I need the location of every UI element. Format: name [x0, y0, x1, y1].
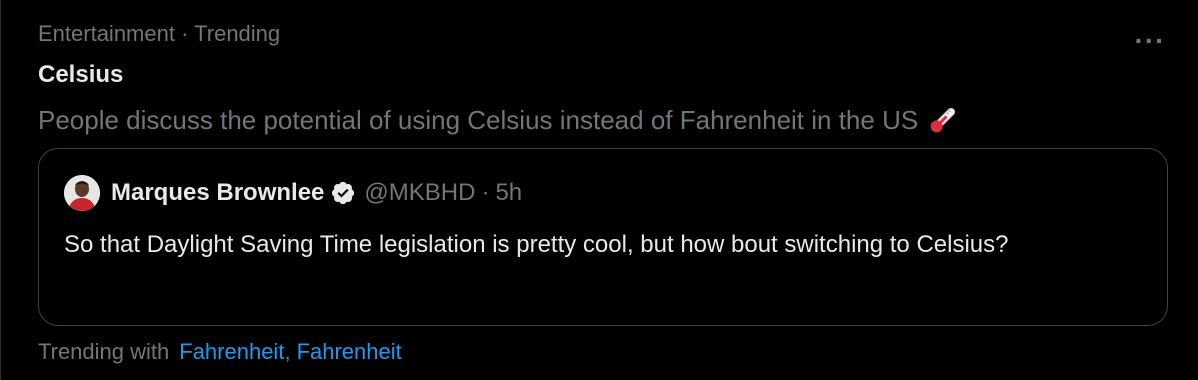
avatar-image	[64, 175, 100, 211]
thermometer-icon	[930, 107, 956, 133]
tweet-timestamp[interactable]: 5h	[495, 178, 522, 208]
trend-title: Celsius	[38, 61, 124, 88]
quoted-tweet[interactable]: Marques Brownlee @MKBHD · 5h So that Day…	[38, 148, 1168, 326]
author-handle[interactable]: @MKBHD	[364, 178, 475, 208]
more-icon: ···	[1134, 25, 1166, 56]
trending-with: Trending with Fahrenheit , Fahrenheit	[38, 337, 402, 367]
avatar[interactable]	[64, 175, 100, 211]
trend-description: People discuss the potential of using Ce…	[38, 103, 960, 137]
meta-separator: ·	[181, 21, 189, 46]
trend-description-text: People discuss the potential of using Ce…	[38, 105, 919, 135]
trend-meta: Entertainment · Trending	[38, 20, 280, 48]
trend-status: Trending	[194, 21, 281, 46]
trending-with-label: Trending with	[38, 339, 170, 364]
author-name[interactable]: Marques Brownlee	[111, 178, 324, 208]
trending-with-link-fahrenheit-2[interactable]: Fahrenheit	[297, 337, 402, 367]
link-separator: ,	[284, 339, 291, 364]
verified-badge-icon	[332, 181, 355, 205]
more-options-button[interactable]: ···	[1128, 25, 1172, 56]
header-separator: ·	[481, 179, 490, 206]
trend-category: Entertainment	[38, 21, 175, 46]
trend-card[interactable]: Entertainment · Trending ··· Celsius Peo…	[0, 0, 1198, 380]
card-divider	[0, 0, 1, 380]
quoted-tweet-header: Marques Brownlee @MKBHD · 5h	[64, 175, 522, 211]
quoted-tweet-text: So that Daylight Saving Time legislation…	[64, 231, 1009, 258]
trending-with-link-fahrenheit-1[interactable]: Fahrenheit	[179, 337, 284, 367]
